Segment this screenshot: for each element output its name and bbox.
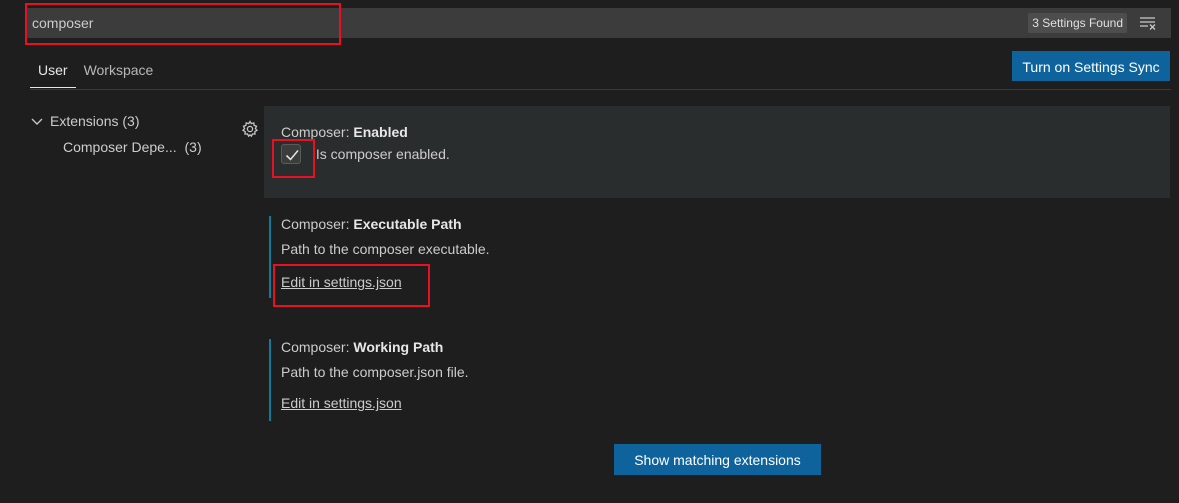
setting-description: Path to the composer.json file. [281,364,469,380]
show-matching-extensions-button[interactable]: Show matching extensions [614,444,821,475]
tab-user[interactable]: User [30,58,76,88]
setting-composer-working-path: Composer: Working Path Path to the compo… [264,321,1170,425]
edit-in-settings-json-link[interactable]: Edit in settings.json [281,274,402,290]
setting-checkbox-row: Is composer enabled. [281,144,1170,164]
clear-filter-icon[interactable] [1139,16,1157,30]
settings-toc: Extensions (3) Composer Depe... (3) [30,110,230,162]
chevron-down-icon [30,111,50,133]
composer-enabled-checkbox[interactable] [281,144,301,164]
setting-description: Path to the composer executable. [281,241,490,257]
settings-scope-tabs: User Workspace [30,58,173,88]
tabs-divider [30,89,1171,90]
turn-on-settings-sync-button[interactable]: Turn on Settings Sync [1012,51,1170,81]
tab-workspace[interactable]: Workspace [76,58,162,88]
setting-composer-executable-path: Composer: Executable Path Path to the co… [264,198,1170,308]
setting-composer-enabled: Composer: Enabled Is composer enabled. [264,106,1170,198]
setting-checkbox-label: Is composer enabled. [315,146,450,162]
modified-indicator [269,339,271,421]
toc-item-extensions[interactable]: Extensions (3) [30,110,230,136]
setting-title: Composer: Working Path [281,339,444,355]
settings-found-badge: 3 Settings Found [1028,13,1127,33]
toc-item-label: Extensions [50,113,119,129]
settings-search-bar: 3 Settings Found [26,8,1171,38]
setting-title: Composer: Executable Path [281,216,462,232]
edit-in-settings-json-link[interactable]: Edit in settings.json [281,395,402,411]
toc-item-label: Composer Depe... [63,139,177,155]
gear-icon[interactable] [241,120,259,138]
setting-title: Composer: Enabled [281,124,408,140]
toc-item-composer-dependencies[interactable]: Composer Depe... (3) [30,136,230,162]
modified-indicator [269,216,271,298]
toc-item-count: (3) [122,113,140,129]
settings-search-input[interactable] [32,8,932,38]
toc-item-count: (3) [184,139,202,155]
